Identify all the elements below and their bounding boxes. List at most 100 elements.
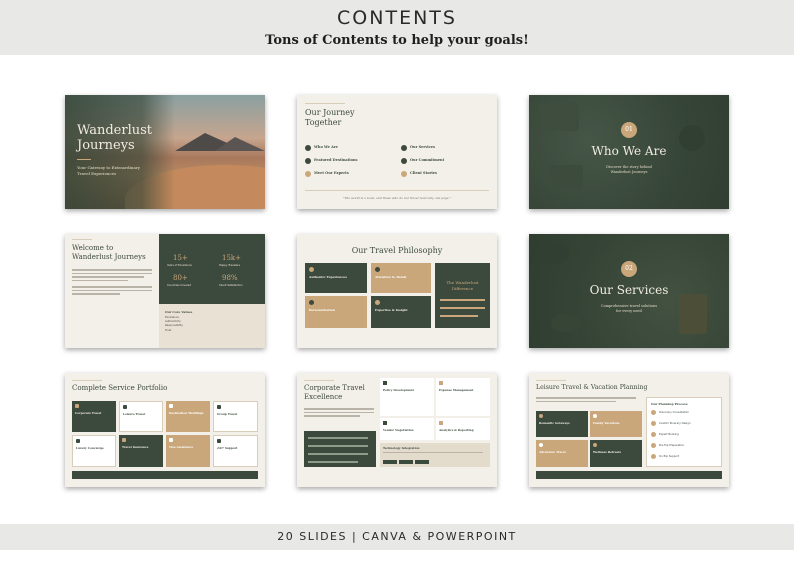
divider — [72, 239, 92, 240]
section-title: Our Services — [589, 283, 669, 297]
chart-icon — [439, 421, 443, 425]
slide-title: Our Journey Together — [305, 108, 354, 128]
card-title: Personalization — [309, 308, 336, 312]
agenda-label: Our Services — [410, 145, 435, 149]
slide-thumbnail-philosophy[interactable]: Our Travel Philosophy Authentic Experien… — [297, 234, 497, 348]
step-number-icon — [651, 410, 656, 415]
section-number-badge: 02 — [621, 261, 637, 277]
values-list: Excellence Authenticity Responsibility T… — [165, 316, 183, 333]
stat-value: 15+ — [173, 254, 188, 262]
slide-title: Corporate Travel Excellence — [304, 384, 365, 402]
card-title: Corporate Travel — [75, 411, 102, 415]
slide-thumbnail-service-portfolio[interactable]: Complete Service Portfolio Corporate Tra… — [65, 373, 265, 487]
service-card: Travel Insurance — [119, 435, 163, 467]
value-item: Trust — [165, 328, 172, 332]
stat-label: Happy Travelers — [219, 264, 240, 267]
leisure-card: Wellness Retreats — [590, 440, 642, 467]
feature-card: Policy Development — [380, 378, 434, 416]
divider — [536, 380, 566, 381]
slide-thumbnail-corporate-travel[interactable]: Corporate Travel Excellence Policy Devel… — [297, 373, 497, 487]
service-card: Group Travel — [213, 401, 258, 432]
slide-thumbnail-our-services[interactable]: 02 Our Services Comprehensive travel sol… — [529, 234, 729, 348]
compass-icon — [309, 267, 314, 272]
title-line: Welcome to — [72, 244, 114, 252]
receipt-icon — [439, 381, 443, 385]
divider — [305, 103, 345, 104]
card-title: Wellness Retreats — [593, 450, 622, 454]
bell-icon — [76, 439, 80, 443]
slide-thumbnail-who-we-are[interactable]: 01 Who We Are Discover the story behind … — [529, 95, 729, 209]
footer-strip — [72, 471, 258, 479]
leisure-card: Adventure Travel — [536, 440, 588, 467]
footer-strip — [536, 471, 722, 479]
shield-icon — [122, 438, 126, 442]
card-title: Analytics & Reporting — [439, 428, 474, 432]
philosophy-card: Authentic Experiences — [305, 263, 367, 293]
panel-title-line: Difference — [451, 285, 474, 291]
step-label: On-Trip Support — [659, 455, 680, 458]
philosophy-card: Attention to Detail — [371, 263, 431, 293]
dot-icon — [305, 171, 311, 177]
dot-icon — [401, 158, 407, 164]
planning-process-panel: Our Planning Process Discovery Consultat… — [646, 397, 722, 467]
heart-icon — [169, 404, 173, 408]
step-label: Discovery Consultation — [659, 411, 689, 414]
corporate-dark-panel — [304, 431, 376, 467]
slide-thumbnail-agenda[interactable]: Our Journey Together Who We Are Our Serv… — [297, 95, 497, 209]
caption-line: Wanderlust Journeys — [610, 170, 648, 174]
body-text-block — [304, 408, 374, 417]
contents-preview-page: CONTENTS Tons of Contents to help your g… — [0, 0, 794, 570]
lightbulb-icon — [375, 300, 380, 305]
slide-thumbnail-welcome[interactable]: Welcome to Wanderlust Journeys 15+ Years… — [65, 234, 265, 348]
service-card: Leisure Travel — [119, 401, 163, 432]
card-title: Leisure Travel — [123, 412, 146, 416]
values-heading: Our Core Values — [165, 310, 193, 314]
stat-label: Countries Covered — [167, 284, 192, 287]
section-number-badge: 01 — [621, 122, 637, 138]
panel-heading: Our Planning Process — [651, 402, 688, 406]
service-card: Luxury Concierge — [72, 435, 116, 467]
caption-line: for every need — [616, 309, 642, 313]
divider — [304, 380, 334, 381]
mountain-icon — [539, 443, 543, 447]
philosophy-card: Expertise & Insight — [371, 296, 431, 328]
card-title: Expense Management — [439, 388, 474, 392]
box-heading: Technology Integration — [383, 446, 420, 450]
divider — [72, 380, 102, 381]
step-number-icon — [651, 443, 656, 448]
dot-icon — [401, 171, 407, 177]
stat-label: Client Satisfaction — [219, 284, 243, 287]
title-line: Wanderlust Journeys — [72, 253, 146, 261]
document-icon — [383, 381, 387, 385]
tagline-line: Travel Experiences — [77, 171, 117, 176]
heart-icon — [539, 414, 543, 418]
dot-icon — [305, 158, 311, 164]
passport-icon — [169, 438, 173, 442]
leisure-card: Romantic Getaways — [536, 411, 588, 437]
divider — [77, 159, 91, 160]
handshake-icon — [383, 421, 387, 425]
stat-value: 98% — [222, 274, 238, 282]
step-label: Expert Booking — [659, 433, 679, 436]
slide-title: Wanderlust Journeys — [77, 123, 152, 153]
slide-thumbnail-title[interactable]: Wanderlust Journeys Your Gateway to Extr… — [65, 95, 265, 209]
group-icon — [217, 405, 221, 409]
headset-icon — [217, 439, 221, 443]
feature-card: Expense Management — [436, 378, 490, 416]
body-text-block — [72, 269, 152, 295]
card-title: Vendor Negotiation — [383, 428, 414, 432]
magnifier-icon — [375, 267, 380, 272]
card-title: Romantic Getaways — [539, 421, 570, 425]
dot-icon — [305, 145, 311, 151]
values-panel: Our Core Values Excellence Authenticity … — [159, 304, 265, 348]
stat-label: Years of Excellence — [167, 264, 192, 267]
step-number-icon — [651, 421, 656, 426]
mountain-shape — [215, 137, 265, 151]
slide-thumbnail-leisure-travel[interactable]: Leisure Travel & Vacation Planning Roman… — [529, 373, 729, 487]
card-title: Authentic Experiences — [309, 275, 347, 279]
agenda-label: Client Stories — [410, 171, 437, 175]
title-line: Our Journey — [305, 108, 355, 117]
section-title: Who We Are — [591, 144, 667, 158]
panel-title: The Wanderlust Difference — [435, 280, 490, 291]
feature-card: Vendor Negotiation — [380, 418, 434, 440]
